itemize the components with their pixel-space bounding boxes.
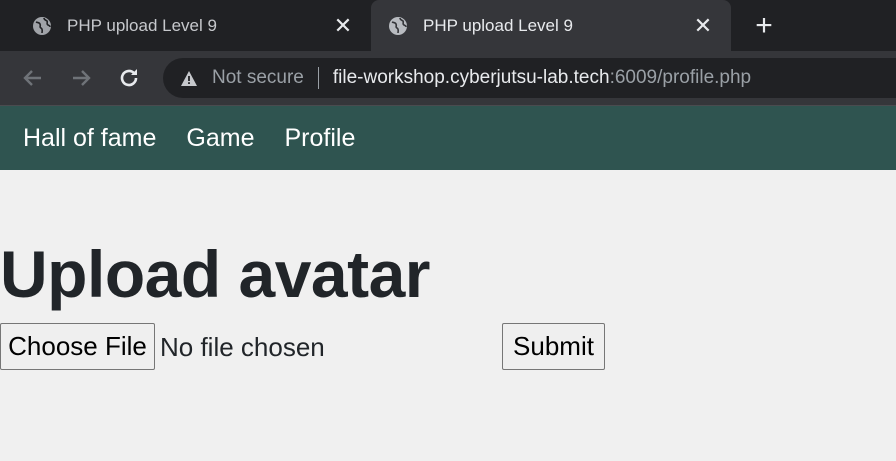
forward-arrow-icon[interactable] (67, 64, 95, 92)
tab-title: PHP upload Level 9 (423, 15, 573, 35)
close-tab-icon[interactable]: ✕ (331, 14, 355, 38)
address-bar[interactable]: Not secure file-workshop.cyberjutsu-lab.… (163, 58, 896, 98)
warning-icon[interactable] (180, 69, 198, 87)
plus-icon[interactable]: + (750, 11, 778, 41)
nav-link-profile[interactable]: Profile (284, 124, 355, 153)
browser-toolbar: Not secure file-workshop.cyberjutsu-lab.… (0, 51, 896, 106)
submit-button[interactable]: Submit (502, 323, 605, 370)
browser-tab[interactable]: PHP upload Level 9 ✕ (15, 0, 371, 51)
browser-tab-active[interactable]: PHP upload Level 9 ✕ (371, 0, 731, 51)
globe-icon (31, 15, 53, 37)
nav-link-hall-of-fame[interactable]: Hall of fame (23, 124, 156, 153)
reload-icon[interactable] (115, 64, 143, 92)
page-title: Upload avatar (0, 237, 430, 311)
choose-file-button[interactable]: Choose File (0, 323, 155, 370)
url-text[interactable]: file-workshop.cyberjutsu-lab.tech:6009/p… (333, 67, 751, 89)
tab-title: PHP upload Level 9 (67, 15, 217, 35)
back-arrow-icon[interactable] (19, 64, 47, 92)
globe-icon (387, 15, 409, 37)
nav-link-game[interactable]: Game (186, 124, 254, 153)
file-status-text: No file chosen (160, 332, 325, 362)
security-label[interactable]: Not secure (212, 67, 304, 89)
browser-tab-strip: PHP upload Level 9 ✕ PHP upload Level 9 … (0, 0, 896, 51)
url-host: file-workshop.cyberjutsu-lab.tech (332, 67, 610, 88)
site-navbar: Hall of fame Game Profile (0, 106, 896, 170)
url-path: :6009/profile.php (609, 67, 752, 88)
divider (317, 67, 319, 89)
close-tab-icon[interactable]: ✕ (691, 14, 715, 38)
